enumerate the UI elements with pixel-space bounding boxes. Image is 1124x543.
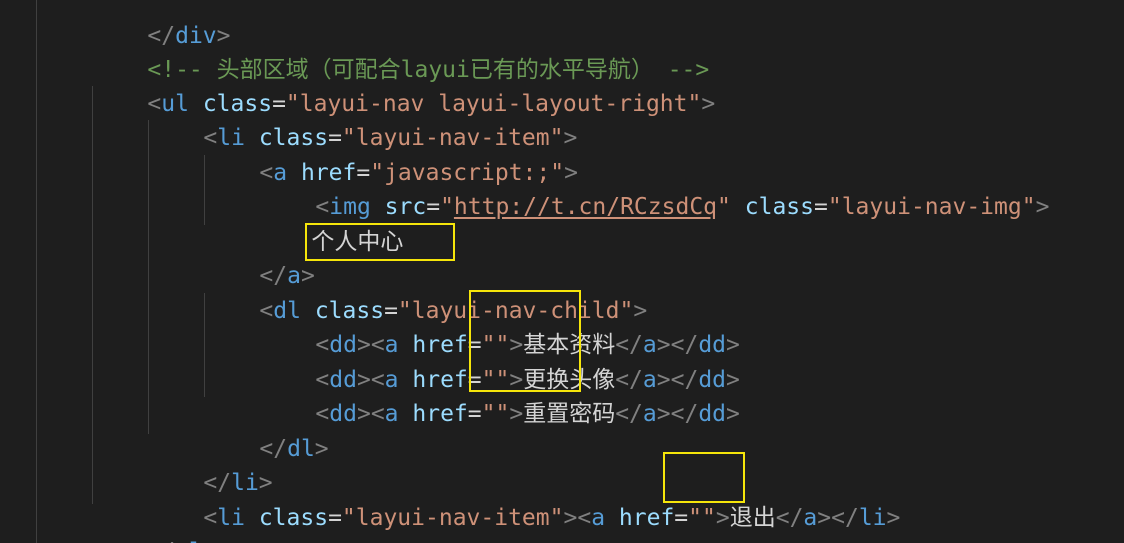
bracket: ></ [817,504,859,531]
code-line: 个人中心 [252,190,456,261]
tag-name: dl [287,435,315,462]
tag-name: a [642,400,657,427]
bracket: </ [775,504,804,531]
bracket: > [701,90,716,117]
bracket: >< [563,504,592,531]
equals: = [674,504,689,531]
code-line: <li class="layui-nav-item"><a href="">退出… [148,466,900,531]
tag-name: a [803,504,818,531]
tag-name: ul [175,539,203,543]
bracket: </ [147,539,175,543]
tag-name: li [858,504,887,531]
tag-name: dd [329,400,357,427]
bracket: > [509,400,524,427]
code-line: </ul> [92,500,216,543]
bracket: > [886,504,901,531]
code-line: </div> [92,0,230,49]
code-line: <ul class="layui-nav layui-layout-right"… [92,52,715,117]
bracket: > [726,400,740,427]
code-line: <img src="http://t.cn/RCzsdCq" class="la… [260,155,1049,220]
tag-name: a [591,504,606,531]
bracket: </ [615,400,643,427]
code-line: <a href="javascript:;"> [204,121,578,186]
code-line: <!-- 头部区域（可配合layui已有的水平导航） --> [92,18,709,83]
equals: = [814,193,828,220]
bracket: > [656,400,671,427]
code-line: </li> [148,431,272,496]
tag-name: li [217,504,245,531]
attribute-name: class [744,193,814,220]
logout-text: 退出 [729,504,776,531]
attribute-name: href [412,400,468,427]
indent-guide [36,0,37,543]
bracket: > [715,504,730,531]
code-line: <li class="layui-nav-item"> [148,86,577,151]
attribute-value: "layui-nav-item" [341,504,564,531]
attribute-value: "" [688,504,716,531]
quote: " [717,193,731,220]
attribute-name: href [618,504,675,531]
tag-name: a [384,400,399,427]
bracket: > [356,400,371,427]
highlight-box [469,290,581,392]
highlighted-text: 个人中心 [305,222,456,261]
tag-name: dd [698,400,727,427]
attribute-value: "" [481,400,510,427]
equals: = [467,400,482,427]
attribute-value: "layui-nav-img" [827,193,1036,220]
code-line: </dl> [204,397,328,462]
bracket: < [370,400,385,427]
highlight-box [663,452,745,503]
bracket: > [1035,193,1050,220]
equals: = [328,504,342,531]
bracket: > [203,539,217,543]
code-editor[interactable]: </div> <!-- 头部区域（可配合layui已有的水平导航） --> <u… [0,0,1124,543]
code-line: <dl class="layui-nav-child"> [204,259,647,324]
attribute-name: class [258,504,329,531]
url-link[interactable]: http://t.cn/RCzsdCq [454,194,717,220]
bracket: > [314,435,329,462]
bracket: </ [670,400,699,427]
code-line: </a> [204,224,314,289]
menu-text: 重置密码 [523,400,616,427]
